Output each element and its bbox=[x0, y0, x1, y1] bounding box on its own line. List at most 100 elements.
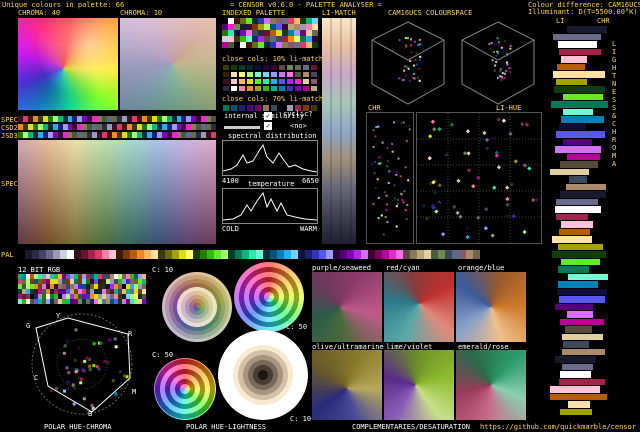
cyclic-checkbox[interactable]: ✓ bbox=[264, 122, 272, 130]
palette-swatch[interactable] bbox=[151, 250, 158, 259]
lightness-chroma-row bbox=[548, 26, 610, 33]
colourspace-point bbox=[505, 61, 508, 64]
palette-swatch[interactable] bbox=[144, 250, 151, 259]
palette-swatch[interactable] bbox=[340, 250, 347, 259]
palette-swatch[interactable] bbox=[452, 250, 459, 259]
palette-swatch[interactable] bbox=[123, 250, 130, 259]
palette-swatch[interactable] bbox=[207, 250, 214, 259]
internal-similarity-checkbox[interactable]: ✓ bbox=[264, 112, 272, 120]
palette-swatch[interactable] bbox=[424, 250, 431, 259]
polar-hc-point bbox=[83, 359, 87, 363]
li-hue-point bbox=[427, 156, 432, 161]
palette-swatch[interactable] bbox=[165, 250, 172, 259]
palette-swatch[interactable] bbox=[389, 250, 396, 259]
palette-swatch[interactable] bbox=[263, 250, 270, 259]
indexed-palette-grid[interactable] bbox=[222, 18, 318, 52]
palette-swatch[interactable] bbox=[60, 250, 67, 259]
lightness-bar bbox=[561, 258, 579, 265]
palette-swatch[interactable] bbox=[284, 250, 291, 259]
colourspace-point bbox=[410, 44, 413, 47]
close-colour-cell bbox=[238, 71, 246, 78]
chroma-point bbox=[408, 124, 411, 127]
palette-swatch[interactable] bbox=[375, 250, 382, 259]
palette-swatch[interactable] bbox=[179, 250, 186, 259]
palette-swatch[interactable] bbox=[172, 250, 179, 259]
palette-swatch[interactable] bbox=[88, 250, 95, 259]
palette-swatch[interactable] bbox=[277, 250, 284, 259]
palette-swatch[interactable] bbox=[382, 250, 389, 259]
colourspace-point bbox=[505, 54, 508, 57]
palette-swatch[interactable] bbox=[312, 250, 319, 259]
palette-swatch[interactable] bbox=[403, 250, 410, 259]
palette-swatch[interactable] bbox=[109, 250, 116, 259]
palette-swatch[interactable] bbox=[74, 250, 81, 259]
palette-swatch[interactable] bbox=[214, 250, 221, 259]
palette-swatch[interactable] bbox=[186, 250, 193, 259]
palette-swatch[interactable] bbox=[396, 250, 403, 259]
palette-swatch[interactable] bbox=[431, 250, 438, 259]
palette-swatch[interactable] bbox=[53, 250, 60, 259]
palette-swatch[interactable] bbox=[242, 250, 249, 259]
polar-hc-point bbox=[74, 328, 78, 332]
palette-strip[interactable] bbox=[18, 250, 480, 259]
palette-swatch[interactable] bbox=[361, 250, 368, 259]
palette-swatch[interactable] bbox=[417, 250, 424, 259]
github-link[interactable]: https://github.com/quickmarble/censor bbox=[480, 423, 636, 431]
chroma-point bbox=[396, 203, 399, 206]
palette-swatch[interactable] bbox=[305, 250, 312, 259]
chroma-bar bbox=[579, 176, 587, 183]
cube-right-outline bbox=[461, 21, 535, 105]
palette-swatch[interactable] bbox=[473, 250, 480, 259]
palette-swatch[interactable] bbox=[256, 250, 263, 259]
palette-swatch[interactable] bbox=[410, 250, 417, 259]
palette-swatch[interactable] bbox=[137, 250, 144, 259]
palette-swatch[interactable] bbox=[221, 250, 228, 259]
palette-swatch[interactable] bbox=[235, 250, 242, 259]
lightness-bar bbox=[557, 63, 579, 70]
palette-swatch[interactable] bbox=[445, 250, 452, 259]
lightness-chroma-row bbox=[548, 326, 610, 333]
palette-swatch[interactable] bbox=[347, 250, 354, 259]
polar-hc-point bbox=[103, 360, 107, 364]
palette-swatch[interactable] bbox=[466, 250, 473, 259]
chroma-point bbox=[395, 173, 398, 176]
palette-swatch[interactable] bbox=[291, 250, 298, 259]
li-hue-scatter bbox=[416, 112, 542, 244]
colourspace-point bbox=[506, 63, 509, 66]
chroma-bar bbox=[579, 356, 596, 363]
palette-swatch[interactable] bbox=[32, 250, 39, 259]
palette-swatch[interactable] bbox=[438, 250, 445, 259]
close-colour-cell bbox=[270, 104, 278, 112]
palette-swatch[interactable] bbox=[46, 250, 53, 259]
palette-swatch[interactable] bbox=[130, 250, 137, 259]
palette-swatch[interactable] bbox=[158, 250, 165, 259]
palette-swatch[interactable] bbox=[326, 250, 333, 259]
palette-swatch[interactable] bbox=[368, 250, 375, 259]
palette-swatch[interactable] bbox=[319, 250, 326, 259]
lightness-chroma-row bbox=[548, 251, 610, 258]
palette-swatch[interactable] bbox=[81, 250, 88, 259]
palette-swatch[interactable] bbox=[200, 250, 207, 259]
palette-swatch[interactable] bbox=[270, 250, 277, 259]
palette-swatch[interactable] bbox=[95, 250, 102, 259]
indexed-cell[interactable] bbox=[312, 42, 318, 48]
lightness-chroma-row bbox=[548, 363, 610, 370]
palette-swatch[interactable] bbox=[333, 250, 340, 259]
palette-swatch[interactable] bbox=[298, 250, 305, 259]
palette-swatch[interactable] bbox=[354, 250, 361, 259]
palette-swatch[interactable] bbox=[39, 250, 46, 259]
lightness-bar bbox=[555, 206, 579, 213]
polar-hc-ring bbox=[31, 313, 133, 415]
wheel-c10-a bbox=[162, 272, 232, 342]
close-colour-cell bbox=[302, 85, 310, 92]
palette-swatch[interactable] bbox=[193, 250, 200, 259]
palette-swatch[interactable] bbox=[25, 250, 32, 259]
temperature-chart bbox=[222, 188, 318, 224]
palette-swatch[interactable] bbox=[18, 250, 25, 259]
palette-swatch[interactable] bbox=[249, 250, 256, 259]
palette-swatch[interactable] bbox=[67, 250, 74, 259]
palette-swatch[interactable] bbox=[228, 250, 235, 259]
palette-swatch[interactable] bbox=[102, 250, 109, 259]
palette-swatch[interactable] bbox=[459, 250, 466, 259]
palette-swatch[interactable] bbox=[116, 250, 123, 259]
